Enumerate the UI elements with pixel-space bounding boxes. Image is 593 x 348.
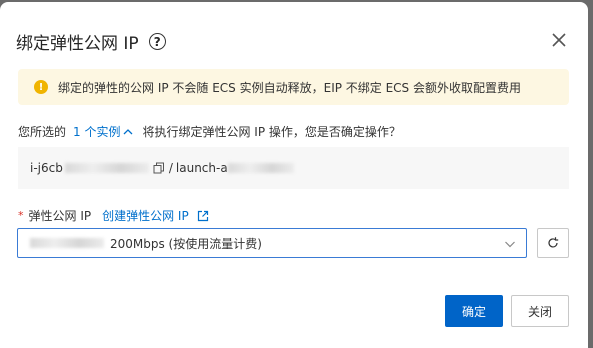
bind-eip-dialog: 绑定弹性公网 IP ? ! 绑定的弹性的公网 IP 不会随 ECS 实例自动释放… <box>0 2 588 348</box>
eip-select-value: 200Mbps (按使用流量计费) <box>110 236 262 251</box>
refresh-button[interactable] <box>537 228 569 258</box>
warning-icon: ! <box>34 80 48 94</box>
confirm-button[interactable]: 确定 <box>445 295 503 327</box>
dialog-title: 绑定弹性公网 IP <box>16 34 139 54</box>
instance-id: i-j6cb <box>30 161 63 175</box>
eip-select[interactable]: 200Mbps (按使用流量计费) <box>17 228 527 258</box>
selected-instance-row: i-j6cb / launch-a <box>18 147 569 189</box>
redacted-eip-address <box>30 238 104 248</box>
required-marker: * <box>18 209 24 222</box>
instance-separator: / <box>168 161 173 175</box>
redacted-instance-name <box>227 163 294 173</box>
dialog-title-row: 绑定弹性公网 IP ? <box>16 29 166 54</box>
eip-field-label-row: * 弹性公网 IP 创建弹性公网 IP <box>18 207 209 224</box>
question-circle-icon[interactable]: ? <box>148 33 166 50</box>
confirm-suffix: 将执行绑定弹性公网 IP 操作，您是否确定操作？ <box>142 125 401 139</box>
redacted-instance-id <box>64 163 149 173</box>
instance-count-link[interactable]: 1 个实例 <box>73 123 120 140</box>
confirm-message: 您所选的 1 个实例 将执行绑定弹性公网 IP 操作，您是否确定操作？ <box>18 123 401 140</box>
chevron-down-icon[interactable] <box>504 238 516 250</box>
create-eip-link[interactable]: 创建弹性公网 IP <box>102 207 189 224</box>
copy-icon[interactable] <box>153 162 165 174</box>
instance-name: launch-a <box>175 161 228 175</box>
refresh-icon <box>548 237 559 248</box>
external-link-icon[interactable] <box>197 210 209 222</box>
close-icon[interactable] <box>549 30 569 50</box>
eip-field-label: 弹性公网 IP <box>28 209 92 223</box>
chevron-up-icon[interactable] <box>122 126 134 138</box>
close-button[interactable]: 关闭 <box>511 295 569 327</box>
warning-alert: ! 绑定的弹性的公网 IP 不会随 ECS 实例自动释放，EIP 不绑定 ECS… <box>18 69 569 105</box>
confirm-prefix: 您所选的 <box>18 125 67 139</box>
alert-text: 绑定的弹性的公网 IP 不会随 ECS 实例自动释放，EIP 不绑定 ECS 会… <box>58 80 521 95</box>
